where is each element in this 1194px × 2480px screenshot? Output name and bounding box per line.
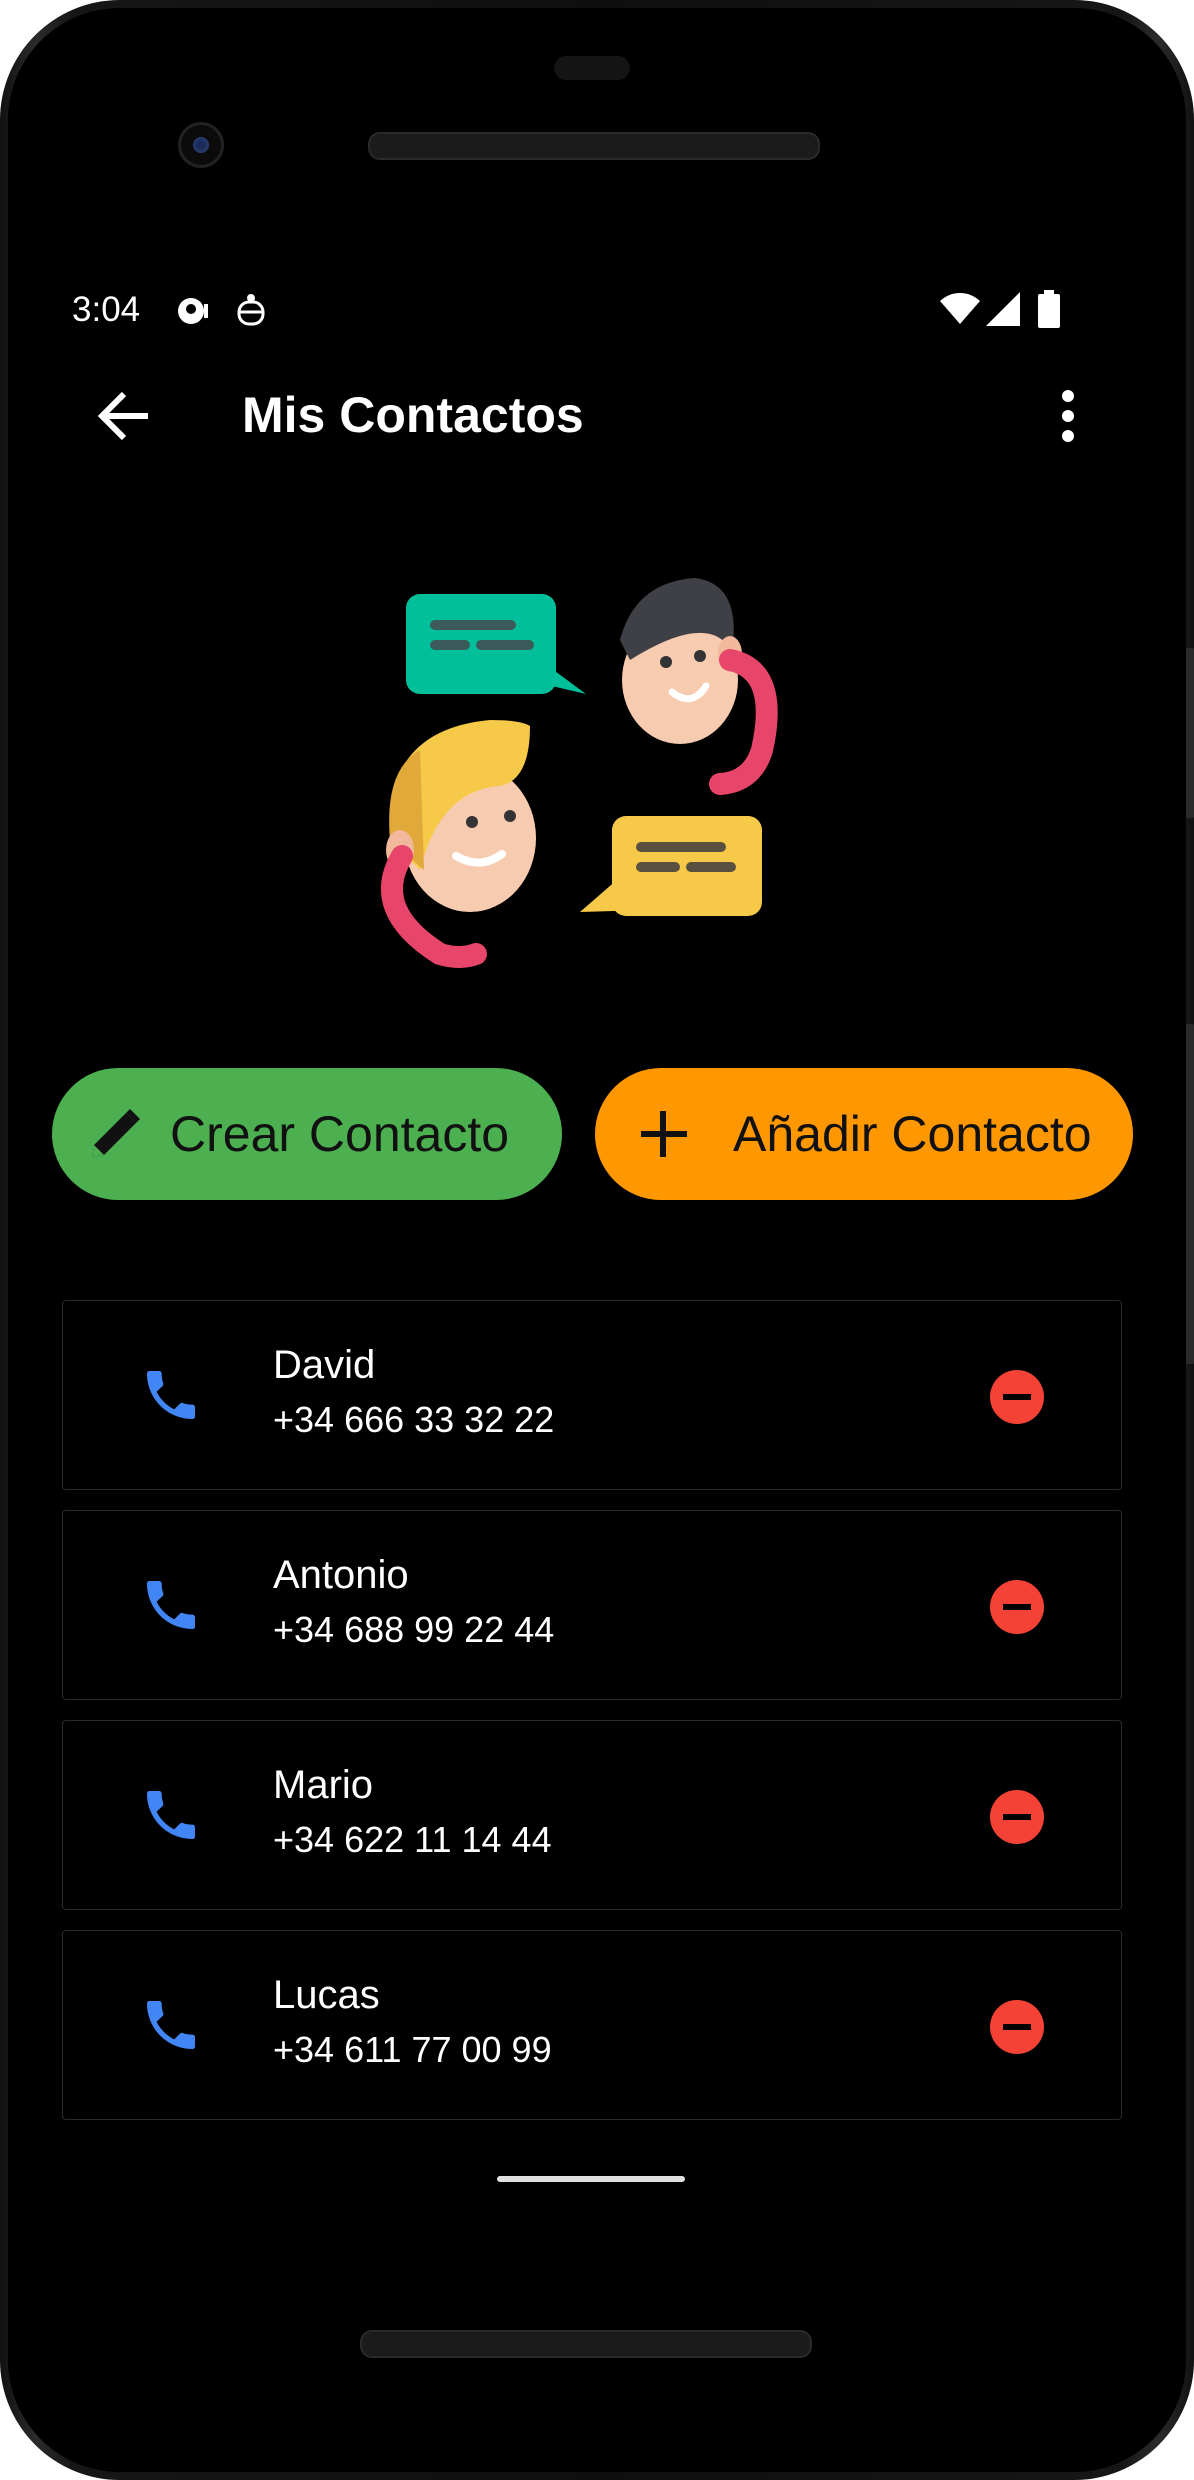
more-vert-icon	[1062, 390, 1074, 442]
remove-circle-icon[interactable]	[989, 1789, 1045, 1845]
contact-phone: +34 666 33 32 22	[273, 1399, 555, 1440]
page-title: Mis Contactos	[242, 387, 584, 443]
wifi-icon	[940, 293, 980, 324]
bottom-speaker-grille	[360, 2330, 812, 2358]
add-contact-button[interactable]: Añadir Contacto	[595, 1068, 1133, 1200]
debug-icon	[237, 294, 265, 326]
top-speaker-grille	[368, 132, 820, 160]
notification-icon	[178, 298, 208, 324]
contact-name: Mario	[273, 1763, 374, 1807]
front-camera	[178, 122, 224, 168]
contact-card[interactable]: Lucas +34 611 77 00 99	[62, 1930, 1122, 2120]
contact-name: David	[273, 1343, 376, 1387]
overflow-menu-button[interactable]	[1040, 378, 1096, 454]
status-time: 3:04	[72, 290, 141, 329]
contact-card[interactable]: Antonio +34 688 99 22 44	[62, 1510, 1122, 1700]
signal-icon	[986, 292, 1020, 326]
arrow-left-icon	[97, 391, 148, 441]
battery-icon	[1038, 290, 1060, 328]
phone-icon[interactable]	[139, 1573, 203, 1637]
remove-circle-icon[interactable]	[989, 1999, 1045, 2055]
phone-icon[interactable]	[139, 1993, 203, 2057]
plus-icon	[641, 1111, 687, 1157]
contact-phone: +34 622 11 14 44	[273, 1819, 552, 1860]
contact-card[interactable]: David +34 666 33 32 22	[62, 1300, 1122, 1490]
remove-circle-icon[interactable]	[989, 1369, 1045, 1425]
pencil-icon	[92, 1109, 140, 1157]
add-contact-label: Añadir Contacto	[733, 1106, 1092, 1162]
create-contact-button[interactable]: Crear Contacto	[52, 1068, 562, 1200]
contact-name: Antonio	[273, 1553, 409, 1597]
phone-icon[interactable]	[139, 1363, 203, 1427]
gesture-nav-bar[interactable]	[497, 2176, 685, 2182]
contacts-illustration	[381, 578, 778, 968]
contact-card[interactable]: Mario +34 622 11 14 44	[62, 1720, 1122, 1910]
create-contact-label: Crear Contacto	[170, 1106, 510, 1162]
contact-phone: +34 611 77 00 99	[273, 2029, 552, 2070]
back-button[interactable]	[88, 378, 164, 454]
proximity-sensor	[554, 56, 630, 80]
contact-name: Lucas	[273, 1973, 380, 2017]
phone-icon[interactable]	[139, 1783, 203, 1847]
remove-circle-icon[interactable]	[989, 1579, 1045, 1635]
contact-phone: +34 688 99 22 44	[273, 1609, 555, 1650]
